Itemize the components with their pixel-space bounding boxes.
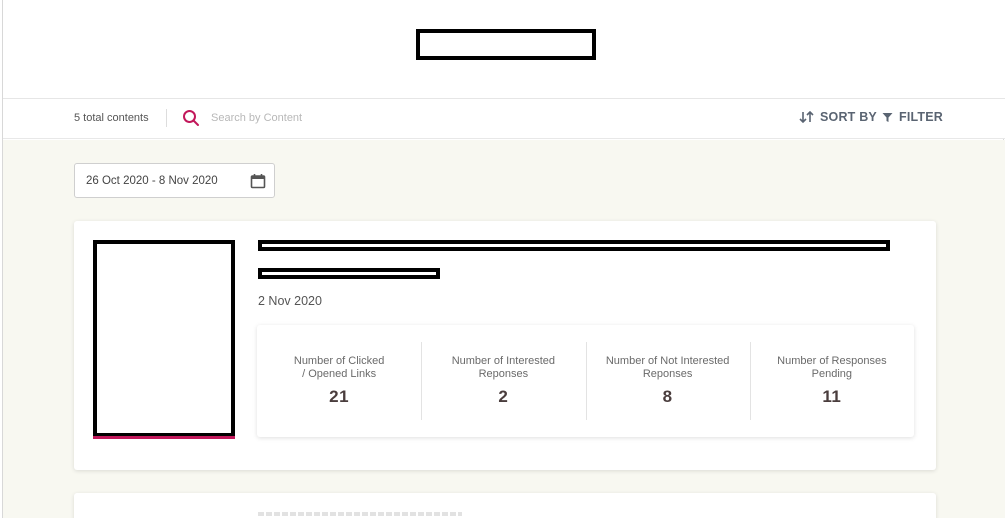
content-card[interactable]: 2 Nov 2020 Number of Clicked / Opened Li… bbox=[74, 221, 936, 470]
stat-value: 2 bbox=[498, 387, 509, 406]
calendar-icon[interactable] bbox=[250, 173, 266, 189]
filter-label: FILTER bbox=[899, 110, 944, 124]
filter-funnel-icon bbox=[882, 112, 893, 122]
page-header bbox=[3, 0, 1005, 99]
content-date: 2 Nov 2020 bbox=[258, 294, 322, 308]
stat-value: 21 bbox=[329, 387, 350, 406]
stat-value: 11 bbox=[822, 387, 842, 406]
content-toolbar: 5 total contents SORT BY FILTER bbox=[3, 99, 1005, 139]
faded-card-text bbox=[258, 512, 462, 516]
stat-clicked-opened: Number of Clicked / Opened Links 21 bbox=[257, 325, 421, 437]
stat-value: 8 bbox=[662, 387, 673, 406]
stat-label: Number of Interested Reponses bbox=[451, 355, 556, 380]
content-area: 26 Oct 2020 - 8 Nov 2020 2 Nov 2020 Numb… bbox=[3, 140, 1005, 518]
stat-pending: Number of Responses Pending 11 bbox=[749, 325, 914, 437]
stat-label: Number of Not Interested Reponses bbox=[605, 355, 730, 380]
sort-by-button[interactable]: SORT BY bbox=[799, 110, 877, 124]
stat-interested: Number of Interested Reponses 2 bbox=[421, 325, 585, 437]
toolbar-divider bbox=[166, 109, 167, 127]
filter-button[interactable]: FILTER bbox=[882, 110, 943, 124]
search-icon[interactable] bbox=[182, 109, 200, 127]
redacted-content-title bbox=[258, 240, 890, 251]
total-contents-count: 5 total contents bbox=[74, 112, 149, 124]
stat-not-interested: Number of Not Interested Reponses 8 bbox=[585, 325, 750, 437]
app-frame: 5 total contents SORT BY FILTER 26 Oct 2… bbox=[2, 0, 1005, 518]
content-card-next[interactable] bbox=[74, 493, 936, 518]
thumbnail-accent-bar bbox=[93, 436, 235, 439]
redacted-title bbox=[416, 29, 596, 60]
sort-by-label: SORT BY bbox=[820, 110, 877, 124]
redacted-thumbnail bbox=[93, 240, 235, 437]
search-input[interactable] bbox=[211, 109, 411, 127]
stat-label: Number of Responses Pending bbox=[777, 355, 887, 380]
date-range-picker[interactable]: 26 Oct 2020 - 8 Nov 2020 bbox=[74, 163, 275, 198]
date-range-value: 26 Oct 2020 - 8 Nov 2020 bbox=[86, 175, 218, 187]
redacted-content-subtitle bbox=[258, 268, 440, 279]
sort-arrows-icon bbox=[799, 111, 814, 123]
stat-label: Number of Clicked / Opened Links bbox=[293, 355, 385, 380]
stats-panel: Number of Clicked / Opened Links 21 Numb… bbox=[257, 325, 914, 437]
